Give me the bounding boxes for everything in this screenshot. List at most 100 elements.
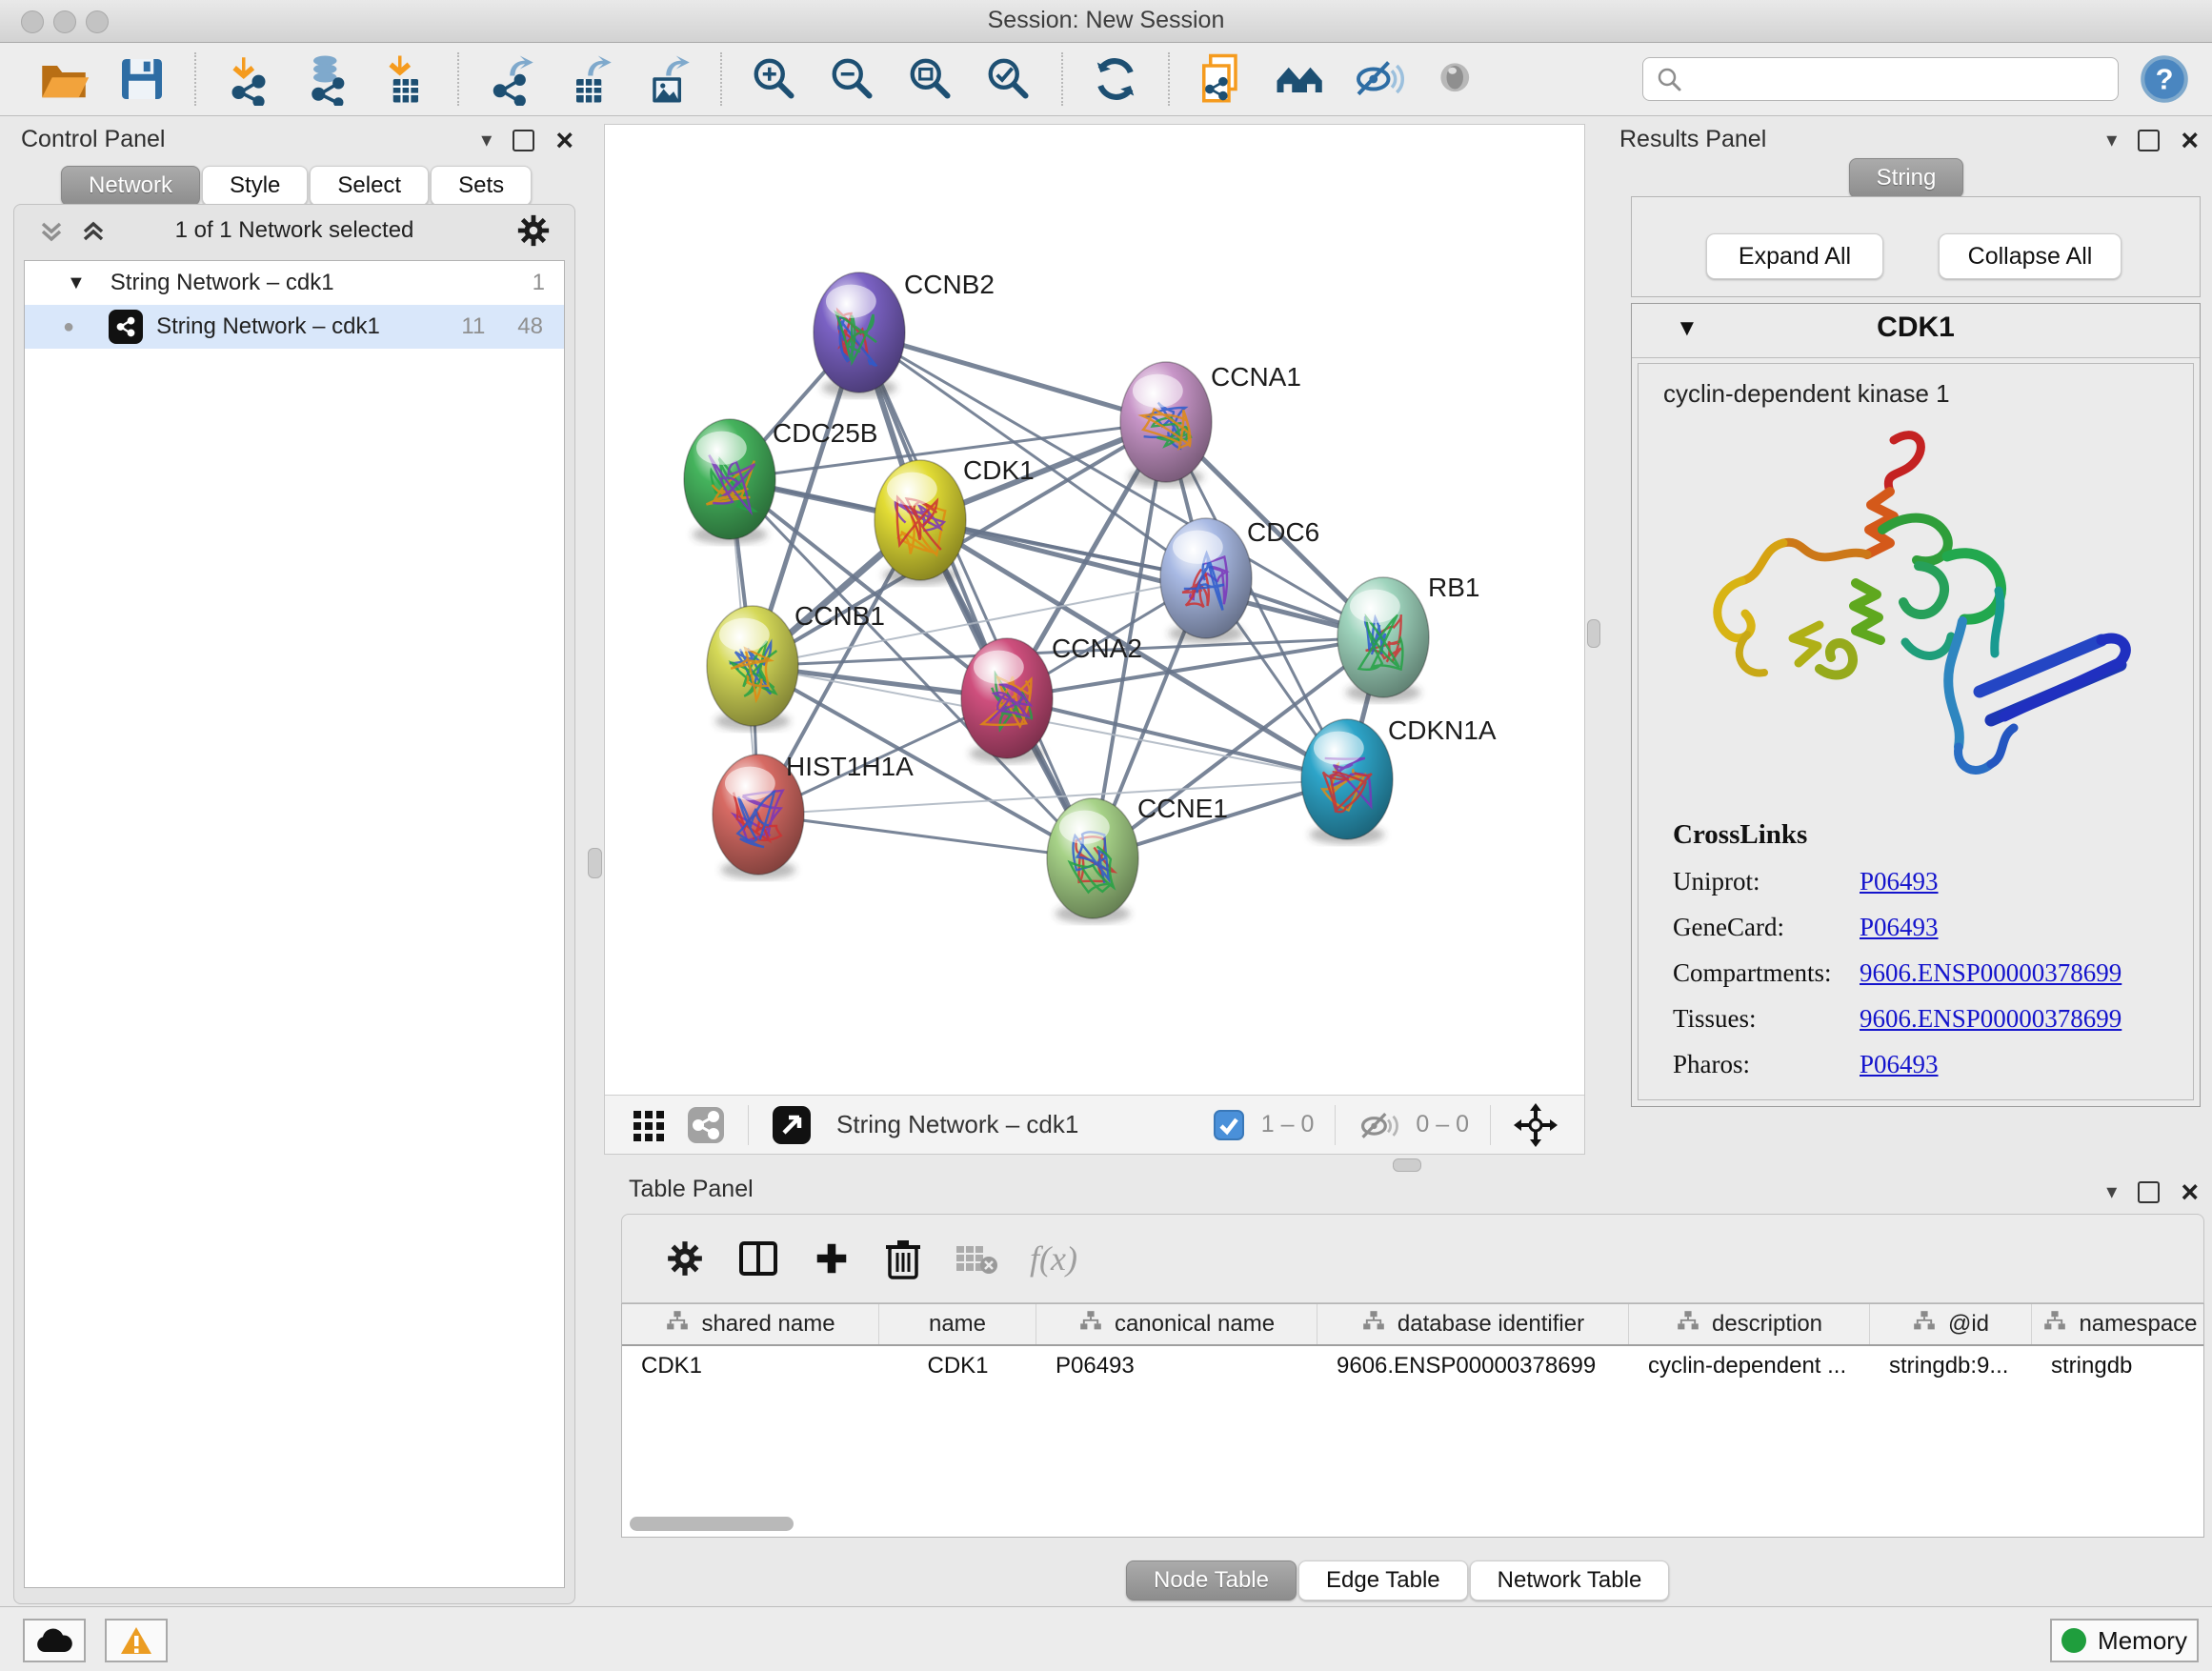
duplicate-network-icon[interactable] xyxy=(1196,52,1249,106)
collection-name: String Network – cdk1 xyxy=(111,270,334,296)
collapse-triangle-icon[interactable]: ▼ xyxy=(67,272,86,294)
help-icon[interactable]: ? xyxy=(2140,54,2189,104)
zoom-selected-icon[interactable] xyxy=(982,52,1036,106)
network-node-CCNA2[interactable]: CCNA2 xyxy=(961,634,1142,763)
graphics-details-icon[interactable] xyxy=(1430,52,1483,106)
cell-namespace[interactable]: stringdb xyxy=(2032,1346,2204,1386)
crosslink-link[interactable]: P06493 xyxy=(1860,867,1939,896)
network-collection-row[interactable]: ▼ String Network – cdk1 1 xyxy=(25,261,564,305)
expand-all-button[interactable]: Expand All xyxy=(1706,233,1883,279)
column-header-canonical-name[interactable]: canonical name xyxy=(1036,1304,1317,1344)
network-row-selected[interactable]: ● String Network – cdk1 11 48 xyxy=(25,305,564,349)
cell-description[interactable]: cyclin-dependent ... xyxy=(1629,1346,1870,1386)
import-table-icon[interactable] xyxy=(378,52,432,106)
panel-menu-icon[interactable]: ▾ xyxy=(2106,1178,2117,1206)
home-icon[interactable] xyxy=(1274,52,1327,106)
close-panel-icon[interactable]: × xyxy=(2181,1178,2199,1205)
tab-sets[interactable]: Sets xyxy=(431,166,532,206)
network-edge xyxy=(758,815,1093,858)
memory-button[interactable]: Memory xyxy=(2050,1619,2199,1662)
cell-canonical-name[interactable]: P06493 xyxy=(1036,1346,1317,1386)
column-header-description[interactable]: description xyxy=(1629,1304,1870,1344)
export-image-icon[interactable] xyxy=(641,52,694,106)
column-header--id[interactable]: @id xyxy=(1870,1304,2032,1344)
crosslink-row: Pharos:P06493 xyxy=(1673,1050,2122,1079)
grid-view-icon[interactable] xyxy=(632,1107,668,1143)
network-options-gear-icon[interactable] xyxy=(515,212,552,249)
crosslink-label: Pharos: xyxy=(1673,1050,1860,1079)
crosslink-link[interactable]: P06493 xyxy=(1860,913,1939,942)
network-view-toolbar: String Network – cdk1 1 – 0 0 – 0 xyxy=(605,1095,1584,1154)
network-node-HIST1H1A[interactable]: HIST1H1A xyxy=(713,752,914,879)
tab-node-table[interactable]: Node Table xyxy=(1126,1560,1297,1601)
crosslink-link[interactable]: P06493 xyxy=(1860,1050,1939,1079)
column-label: @id xyxy=(1948,1311,1989,1338)
zoom-out-icon[interactable] xyxy=(826,52,879,106)
network-node-CCNB1[interactable]: CCNB1 xyxy=(707,601,885,731)
table-row[interactable]: CDK1CDK1P064939606.ENSP00000378699cyclin… xyxy=(622,1346,2203,1386)
network-canvas[interactable]: CCNB2CCNA1CDC25BCDK1CDC6RB1CCNB1CCNA2CDK… xyxy=(605,125,1584,1095)
hide-selected-icon[interactable] xyxy=(1352,52,1405,106)
panel-menu-icon[interactable]: ▾ xyxy=(481,126,492,154)
network-node-CDKN1A[interactable]: CDKN1A xyxy=(1301,715,1497,844)
import-network-file-icon[interactable] xyxy=(222,52,275,106)
warnings-button[interactable] xyxy=(105,1619,168,1662)
tab-network[interactable]: Network xyxy=(61,166,200,206)
export-network-icon[interactable] xyxy=(485,52,538,106)
bottom-splitter-handle[interactable] xyxy=(1393,1158,1421,1172)
node-table[interactable]: shared namename canonical name database id… xyxy=(621,1303,2204,1538)
network-column-icon xyxy=(2042,1310,2067,1339)
zoom-fit-icon[interactable] xyxy=(904,52,957,106)
column-header-name[interactable]: name xyxy=(879,1304,1036,1344)
cell-name[interactable]: CDK1 xyxy=(879,1346,1036,1386)
zoom-in-icon[interactable] xyxy=(748,52,801,106)
pan-crosshair-icon[interactable] xyxy=(1514,1103,1558,1147)
table-options-gear-icon[interactable] xyxy=(665,1238,705,1278)
collapse-all-button[interactable]: Collapse All xyxy=(1939,233,2122,279)
cloud-status-button[interactable] xyxy=(23,1619,86,1662)
delete-column-icon[interactable] xyxy=(884,1238,922,1279)
selected-checkbox-icon[interactable] xyxy=(1214,1110,1244,1140)
tab-edge-table[interactable]: Edge Table xyxy=(1298,1560,1468,1601)
left-splitter-handle[interactable] xyxy=(588,848,602,878)
table-horizontal-scrollbar[interactable] xyxy=(630,1517,794,1531)
float-panel-icon[interactable] xyxy=(513,130,534,151)
cell--id[interactable]: stringdb:9... xyxy=(1870,1346,2032,1386)
float-panel-icon[interactable] xyxy=(2138,1181,2160,1203)
birdseye-view-icon[interactable] xyxy=(772,1105,812,1145)
crosslink-link[interactable]: 9606.ENSP00000378699 xyxy=(1860,958,2122,988)
gene-header[interactable]: ▼ CDK1 xyxy=(1632,304,2200,358)
tab-select[interactable]: Select xyxy=(310,166,429,206)
column-header-shared-name[interactable]: shared name xyxy=(622,1304,879,1344)
toolbar-separator xyxy=(457,52,459,106)
show-columns-icon[interactable] xyxy=(737,1238,779,1279)
cell-shared-name[interactable]: CDK1 xyxy=(622,1346,879,1386)
cell-database-identifier[interactable]: 9606.ENSP00000378699 xyxy=(1317,1346,1629,1386)
network-view-mode-icon[interactable] xyxy=(687,1106,725,1144)
tab-network-table[interactable]: Network Table xyxy=(1470,1560,1670,1601)
network-selection-bar: 1 of 1 Network selected xyxy=(14,212,574,251)
close-panel-icon[interactable]: × xyxy=(2181,127,2199,153)
network-view[interactable]: CCNB2CCNA1CDC25BCDK1CDC6RB1CCNB1CCNA2CDK… xyxy=(604,124,1585,1155)
network-node-CCNB2[interactable]: CCNB2 xyxy=(814,270,995,397)
float-panel-icon[interactable] xyxy=(2138,130,2160,151)
right-splitter-handle[interactable] xyxy=(1587,619,1600,648)
apply-layout-icon[interactable] xyxy=(1089,52,1142,106)
close-panel-icon[interactable]: × xyxy=(555,127,573,153)
search-input[interactable] xyxy=(1642,57,2119,101)
create-column-icon[interactable] xyxy=(812,1238,852,1278)
network-node-RB1[interactable]: RB1 xyxy=(1337,573,1479,702)
open-session-icon[interactable] xyxy=(37,52,90,106)
column-header-database-identifier[interactable]: database identifier xyxy=(1317,1304,1629,1344)
column-label: canonical name xyxy=(1115,1311,1275,1338)
network-node-CDC25B[interactable]: CDC25B xyxy=(684,418,877,544)
import-network-database-icon[interactable] xyxy=(300,52,353,106)
save-session-icon[interactable] xyxy=(115,52,169,106)
network-node-CCNE1[interactable]: CCNE1 xyxy=(1047,794,1228,923)
export-table-icon[interactable] xyxy=(563,52,616,106)
column-header-namespace[interactable]: namespace xyxy=(2032,1304,2204,1344)
tab-string[interactable]: String xyxy=(1849,158,1964,198)
tab-style[interactable]: Style xyxy=(202,166,308,206)
panel-menu-icon[interactable]: ▾ xyxy=(2106,126,2117,154)
crosslink-link[interactable]: 9606.ENSP00000378699 xyxy=(1860,1004,2122,1034)
